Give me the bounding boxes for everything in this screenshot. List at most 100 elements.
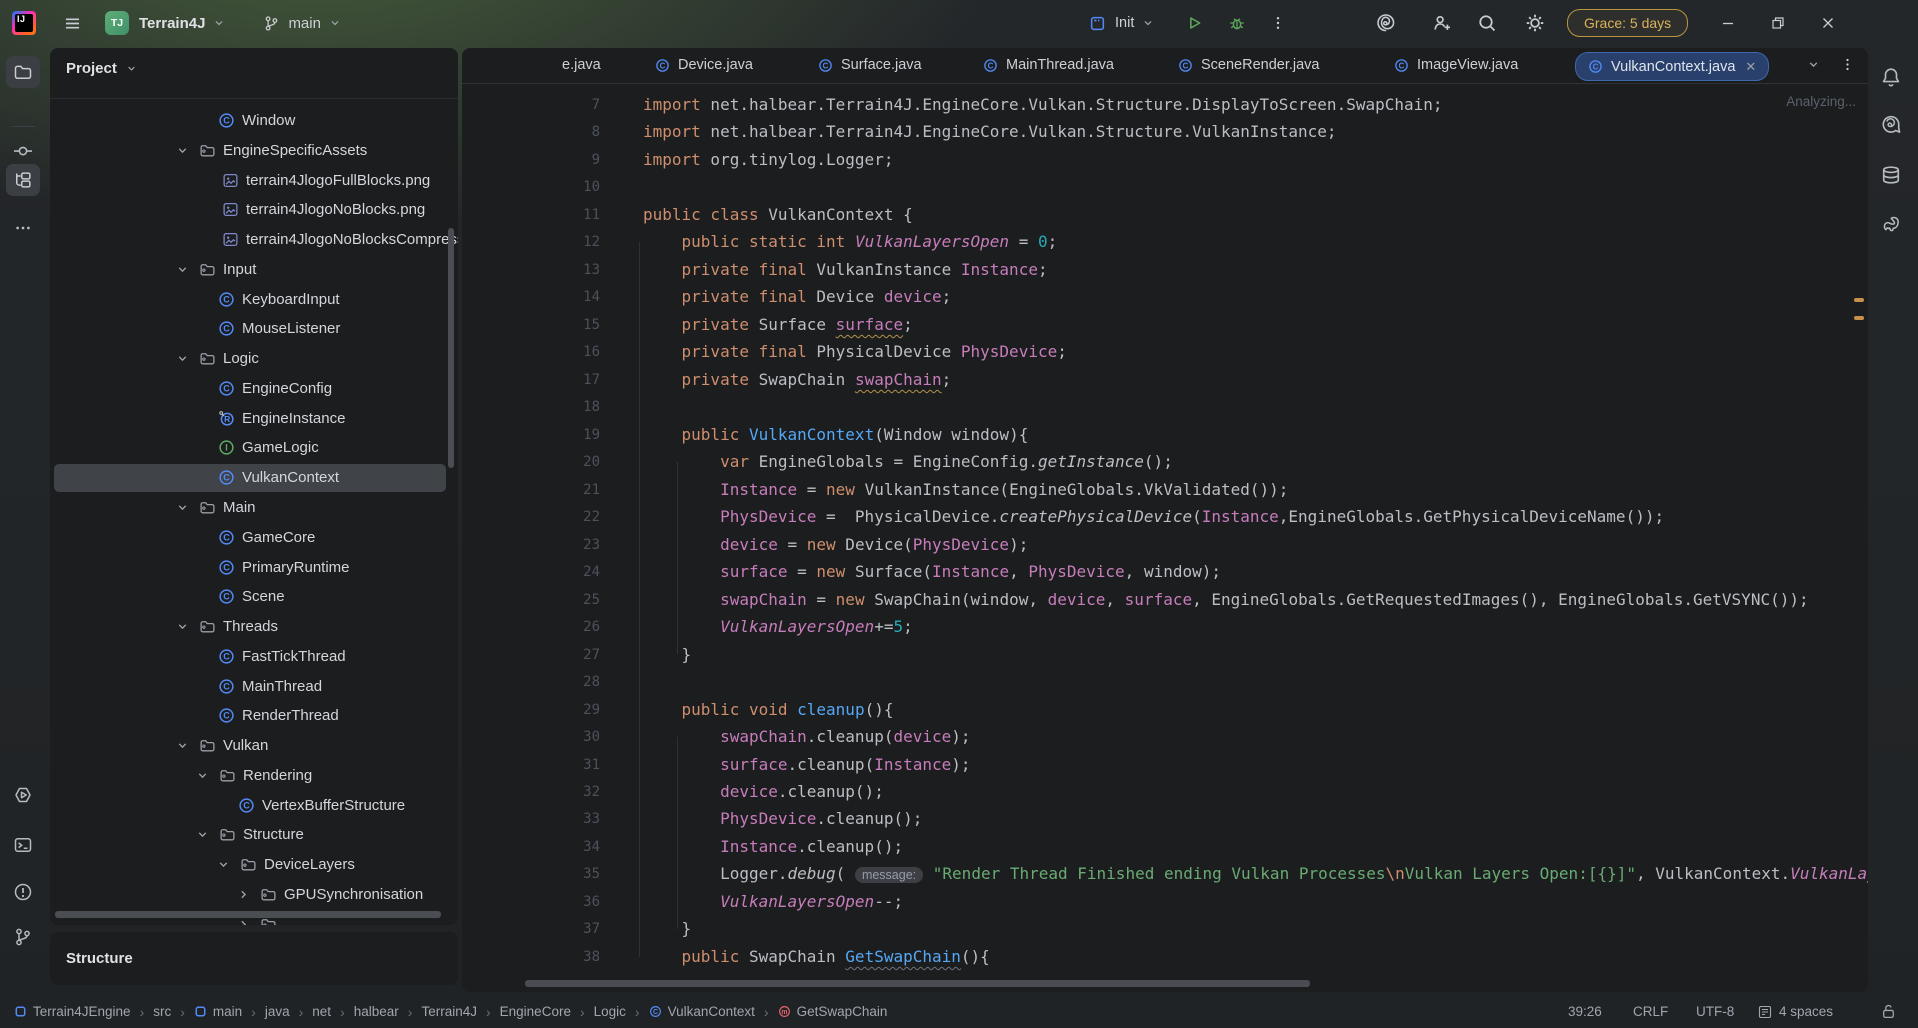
tree-row-DeviceLayers[interactable]: DeviceLayers (54, 851, 446, 879)
notifications-bell-button[interactable] (1880, 66, 1902, 88)
lock-open-icon[interactable] (1880, 995, 1897, 1028)
breadcrumb-item-EngineCore[interactable]: EngineCore (500, 1004, 571, 1019)
tree-row-KeyboardInput[interactable]: CKeyboardInput (54, 286, 446, 314)
close-window-button[interactable] (1820, 15, 1836, 31)
tree-row-Main[interactable]: Main (54, 494, 446, 522)
chevron-down-icon[interactable] (195, 768, 210, 783)
tree-vertical-scrollbar[interactable] (448, 228, 454, 468)
breadcrumb-item-VulkanContext[interactable]: CVulkanContext (649, 1004, 755, 1019)
chevron-right-icon[interactable] (236, 917, 251, 925)
gradle-tool-button[interactable] (1880, 214, 1902, 236)
services-tool-button[interactable] (6, 779, 40, 811)
project-panel-title[interactable]: Project (66, 60, 117, 77)
tree-row-terrain4JlogoNoBlocks.png[interactable]: terrain4JlogoNoBlocks.png (54, 196, 446, 224)
project-tool-button[interactable] (6, 56, 40, 88)
warning-stripe-mark[interactable] (1854, 316, 1864, 320)
more-tool-windows-button[interactable] (6, 212, 40, 244)
restore-window-button[interactable] (1770, 15, 1786, 31)
tab-overflow[interactable]: e.java (562, 48, 601, 82)
tree-row-Window[interactable]: CWindow (54, 107, 446, 135)
main-menu-button[interactable] (63, 14, 82, 33)
tree-horizontal-scrollbar[interactable] (55, 911, 441, 918)
tab-Device.java[interactable]: CDevice.java (655, 48, 753, 82)
tree-row-PrimaryRuntime[interactable]: CPrimaryRuntime (54, 554, 446, 582)
license-badge[interactable]: Grace: 5 days (1567, 9, 1688, 37)
tree-row-Rendering[interactable]: Rendering (54, 762, 446, 790)
tree-row-MouseListener[interactable]: CMouseListener (54, 315, 446, 343)
run-configuration-selector[interactable]: Init (1115, 15, 1134, 31)
breadcrumb-item-halbear[interactable]: halbear (354, 1004, 399, 1019)
chevron-down-icon[interactable] (216, 857, 231, 872)
tree-row-EngineConfig[interactable]: CEngineConfig (54, 375, 446, 403)
tree-row-RenderThread[interactable]: CRenderThread (54, 702, 446, 730)
indent-widget[interactable]: 4 spaces (1757, 995, 1833, 1028)
breadcrumb-item-Logic[interactable]: Logic (594, 1004, 626, 1019)
tree-row-Logic[interactable]: Logic (54, 345, 446, 373)
terminal-tool-button[interactable] (6, 829, 40, 861)
chevron-down-icon[interactable] (195, 827, 210, 842)
breadcrumb-item-Terrain4J[interactable]: Terrain4J (421, 1004, 477, 1019)
warning-stripe-mark[interactable] (1854, 298, 1864, 302)
breadcrumb-item-Terrain4JEngine[interactable]: Terrain4JEngine (14, 1004, 131, 1019)
tree-row-Scene[interactable]: CScene (54, 583, 446, 611)
tab-options-button[interactable] (1840, 57, 1855, 72)
tree-row-Threads[interactable]: Threads (54, 613, 446, 641)
structure-tool-button[interactable] (6, 164, 40, 196)
breadcrumb-item-main[interactable]: main (194, 1004, 242, 1019)
tree-row-VertexBufferStructure[interactable]: CVertexBufferStructure (54, 792, 446, 820)
tree-row-FastTickThread[interactable]: CFastTickThread (54, 643, 446, 671)
git-tool-button[interactable] (6, 921, 40, 953)
caret-position-widget[interactable]: 39:26 (1568, 995, 1602, 1028)
chevron-down-icon[interactable] (175, 619, 190, 634)
tab-VulkanContext.java-active[interactable]: CVulkanContext.java✕ (1575, 52, 1769, 81)
editor-area[interactable]: e.java CDevice.java CSurface.java CMainThre… (462, 48, 1868, 992)
problems-tool-button[interactable] (6, 876, 40, 908)
database-tool-button[interactable] (1880, 164, 1902, 186)
ai-assistant-tool-button[interactable] (1880, 114, 1902, 136)
tree-row-GameCore[interactable]: CGameCore (54, 524, 446, 552)
tree-row-VulkanContext[interactable]: CVulkanContext (54, 464, 446, 492)
breadcrumb-item-GetSwapChain[interactable]: mGetSwapChain (778, 1004, 888, 1019)
run-button[interactable] (1185, 14, 1203, 32)
ai-assistant-icon[interactable] (1376, 13, 1396, 33)
encoding-widget[interactable]: UTF-8 (1696, 995, 1734, 1028)
tree-row-Structure[interactable]: Structure (54, 821, 446, 849)
tree-row-terrain4JlogoFullBlocks.png[interactable]: terrain4JlogoFullBlocks.png (54, 167, 446, 195)
chevron-down-icon[interactable] (175, 738, 190, 753)
editor-horizontal-scrollbar[interactable] (525, 980, 1310, 987)
breadcrumb-item-net[interactable]: net (312, 1004, 331, 1019)
tab-MainThread.java[interactable]: CMainThread.java (983, 48, 1114, 82)
tree-row-EngineSpecificAssets[interactable]: EngineSpecificAssets (54, 137, 446, 165)
tree-row-terrain4JlogoNoBlocksCompressed.png[interactable]: terrain4JlogoNoBlocksCompressed.png (54, 226, 446, 254)
tab-Surface.java[interactable]: CSurface.java (818, 48, 922, 82)
more-actions-button[interactable] (1270, 15, 1286, 31)
code-area[interactable]: 7import net.halbear.Terrain4J.EngineCore… (462, 83, 1868, 992)
breadcrumb-item-src[interactable]: src (153, 1004, 171, 1019)
chevron-down-icon[interactable] (175, 262, 190, 277)
tree-row-GPUSynchronisation[interactable]: GPUSynchronisation (54, 881, 446, 909)
tree-row-EngineInstance[interactable]: REngineInstance (54, 405, 446, 433)
code-with-me-button[interactable] (1432, 13, 1452, 33)
chevron-down-icon[interactable] (175, 143, 190, 158)
tree-row-MainThread[interactable]: CMainThread (54, 673, 446, 701)
chevron-down-icon[interactable] (175, 500, 190, 515)
line-ending-widget[interactable]: CRLF (1633, 995, 1668, 1028)
search-everywhere-button[interactable] (1477, 13, 1497, 33)
commit-tool-button[interactable] (6, 135, 40, 167)
close-tab-icon[interactable]: ✕ (1745, 59, 1756, 75)
chevron-right-icon[interactable] (236, 887, 251, 902)
breadcrumb-item-java[interactable]: java (265, 1004, 290, 1019)
vcs-branch-widget[interactable]: main (263, 15, 342, 32)
tree-row-Input[interactable]: Input (54, 256, 446, 284)
minimize-button[interactable] (1720, 15, 1736, 31)
tree-row-GameLogic[interactable]: IGameLogic (54, 434, 446, 462)
tab-SceneRender.java[interactable]: CSceneRender.java (1178, 48, 1320, 82)
tree-row-Vulkan[interactable]: Vulkan (54, 732, 446, 760)
project-selector[interactable]: Terrain4J (139, 15, 205, 32)
debug-button[interactable] (1228, 14, 1246, 32)
project-avatar[interactable]: TJ (105, 11, 129, 35)
hidden-tabs-chevron[interactable] (1806, 57, 1821, 72)
structure-panel-title[interactable]: Structure (66, 950, 133, 967)
chevron-down-icon[interactable] (175, 351, 190, 366)
settings-gear-button[interactable] (1525, 13, 1545, 33)
